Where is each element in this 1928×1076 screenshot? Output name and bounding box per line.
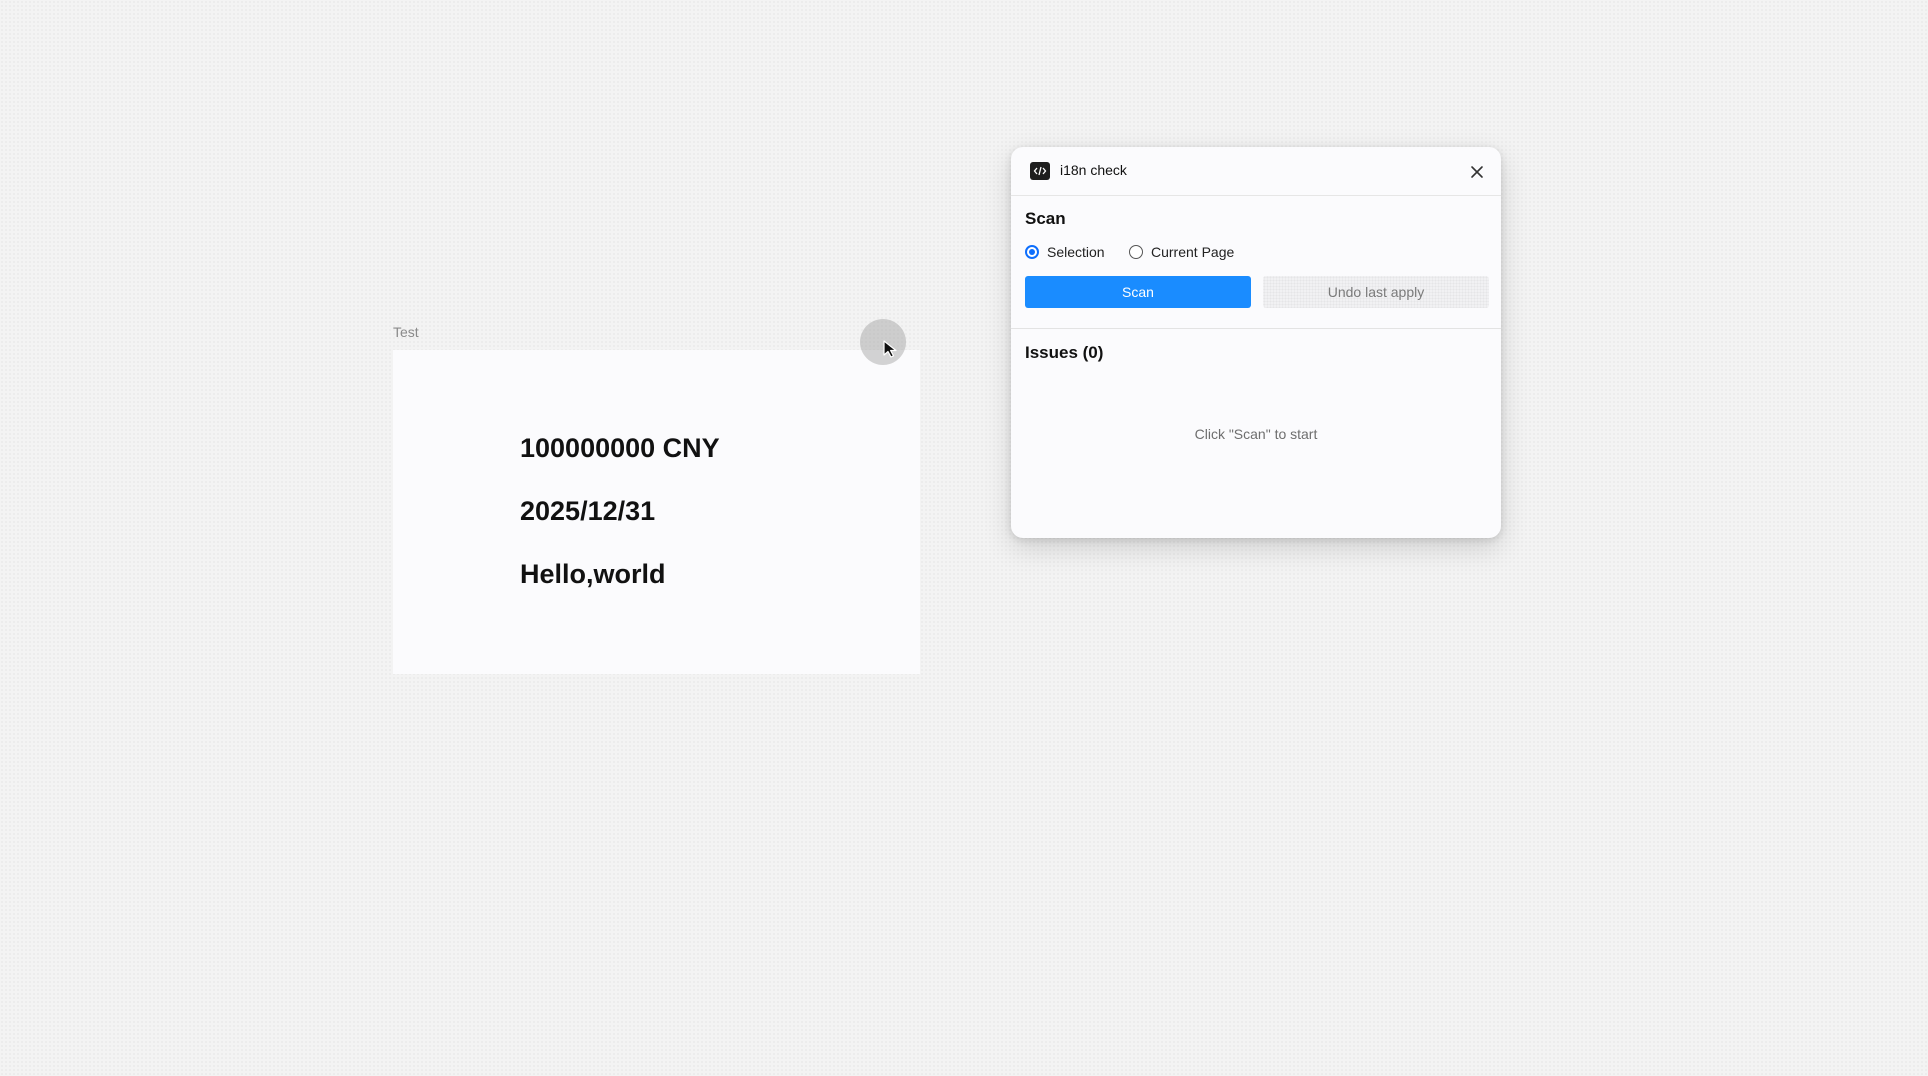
close-button[interactable] <box>1466 161 1488 183</box>
radio-selection-control[interactable] <box>1025 245 1039 259</box>
close-icon <box>1471 166 1483 178</box>
radio-selection[interactable]: Selection <box>1025 244 1105 260</box>
canvas-frame[interactable]: 100000000 CNY 2025/12/31 Hello,world <box>393 350 920 674</box>
scan-heading: Scan <box>1025 209 1066 228</box>
radio-current-page-control[interactable] <box>1129 245 1143 259</box>
cursor-arrow-icon <box>883 340 897 358</box>
frame-text-greeting[interactable]: Hello,world <box>520 559 666 590</box>
radio-current-page-label: Current Page <box>1151 244 1235 260</box>
plugin-panel: i18n check Scan Selection Current Page S… <box>1011 147 1501 538</box>
frame-text-date[interactable]: 2025/12/31 <box>520 496 655 527</box>
radio-selection-label: Selection <box>1047 244 1105 260</box>
section-divider <box>1011 328 1501 329</box>
empty-state-hint: Click "Scan" to start <box>1194 426 1318 442</box>
frame-label[interactable]: Test <box>393 324 419 340</box>
undo-last-apply-button[interactable]: Undo last apply <box>1263 276 1489 308</box>
code-brackets-icon <box>1030 162 1050 180</box>
issues-heading: Issues (0) <box>1025 343 1104 362</box>
frame-text-amount[interactable]: 100000000 CNY <box>520 433 720 464</box>
radio-current-page[interactable]: Current Page <box>1129 244 1234 260</box>
panel-header: i18n check <box>1011 147 1501 196</box>
panel-title: i18n check <box>1060 162 1127 178</box>
scan-button[interactable]: Scan <box>1025 276 1251 308</box>
